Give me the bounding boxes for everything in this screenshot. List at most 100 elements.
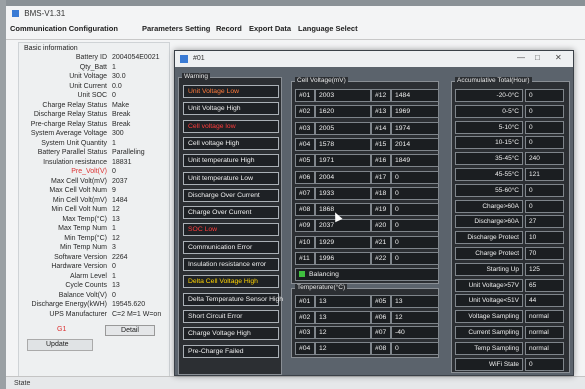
detail-window-titlebar: #01 — □ ✕ (175, 51, 573, 67)
cell-voltage-value: 0 (391, 170, 439, 184)
cell-number: #04 (295, 137, 315, 151)
accumulative-label: 0-5°C (455, 104, 523, 118)
menu-export-data[interactable]: Export Data (249, 24, 291, 33)
warning-indicator: Delta Temperature Sensor High (183, 292, 283, 306)
info-label: Alarm Level (70, 272, 107, 280)
menu-language-select[interactable]: Language Select (298, 24, 358, 33)
info-label: Max Temp(°C) (62, 215, 107, 223)
info-value: 1484 (112, 196, 128, 204)
accumulative-label: Starting Up (455, 262, 523, 276)
cell-voltage-value: 1933 (315, 186, 371, 200)
info-value: Paralleling (112, 149, 145, 156)
warning-indicator: Charge Over Current (183, 206, 279, 220)
maximize-icon[interactable]: □ (535, 53, 540, 62)
accumulative-total-label: Accumulative Total(Hour) (455, 77, 532, 84)
cell-number: #13 (371, 105, 391, 119)
warning-indicator: Unit Voltage High (183, 102, 279, 116)
info-value: 0 (112, 263, 116, 270)
accumulative-label: Current Sampling (455, 326, 523, 339)
info-label: Unit Current (69, 82, 107, 90)
temp-sensor-number: #07 (371, 326, 391, 339)
cell-number: #02 (295, 105, 315, 119)
cell-voltage-value: 1578 (315, 137, 371, 151)
info-value: Break (112, 120, 131, 128)
menu-parameters-setting[interactable]: Parameters Setting (142, 24, 210, 33)
temp-value: 13 (315, 310, 371, 324)
accumulative-label: Unit Voltage<51V (455, 294, 523, 308)
warning-indicator: Unit Voltage Low (183, 85, 279, 98)
cell-number: #15 (371, 137, 391, 151)
info-row: Charge Relay Status Make (19, 102, 169, 111)
detail-button[interactable]: Detail (105, 325, 155, 336)
accumulative-label: 10-15°C (455, 136, 523, 150)
info-label: Max Temp Num (58, 225, 107, 232)
accumulative-label: Discharge Protect (455, 231, 523, 245)
cell-number: #20 (371, 219, 391, 233)
accumulative-value: normal (525, 341, 564, 355)
accumulative-value: 125 (525, 262, 564, 276)
cell-voltage-value: 0 (391, 203, 439, 217)
warning-indicator: Communication Error (183, 240, 279, 254)
cell-voltage-value: 1929 (315, 235, 371, 249)
info-row: Max Cell Volt(mV) 2037 (19, 178, 169, 187)
info-value: 0 (112, 168, 116, 175)
close-icon[interactable]: ✕ (555, 53, 562, 62)
temp-sensor-number: #04 (295, 341, 315, 355)
status-bar: State (6, 376, 585, 389)
update-button[interactable]: Update (27, 339, 93, 351)
minimize-icon[interactable]: — (517, 53, 525, 62)
info-value: C=2 M=1 W=on (112, 310, 162, 318)
warning-indicator: Short Circuit Error (183, 309, 279, 323)
accumulative-label: WiFi State (455, 357, 523, 371)
info-row: Max Temp Num 1 (19, 225, 169, 234)
info-label: Discharge Energy(kWH) (31, 301, 107, 308)
info-label: Insulation resistance (43, 158, 107, 166)
cell-number: #09 (295, 219, 315, 233)
info-value: 1 (112, 272, 116, 280)
cell-number: #10 (295, 235, 315, 249)
info-value: 1 (112, 139, 116, 147)
info-label: Min Temp(°C) (64, 234, 107, 242)
info-row: Battery ID 2004054E0021 (19, 54, 169, 63)
info-label: Software Version (54, 253, 107, 261)
info-value: Make (112, 101, 130, 109)
unit-detail-window: #01 — □ ✕ Warning Unit Voltage Low Unit V… (174, 50, 574, 376)
warning-indicator: Delta Cell Voltage High (183, 275, 279, 289)
info-row: Software Version 2264 (19, 254, 169, 263)
info-label: Balance Volt(V) (58, 291, 107, 299)
accumulative-value: 0 (525, 183, 564, 197)
temperature-panel: Temperature(°C) #01 13 #05 13 #02 13 #06 12 #03 1… (291, 284, 439, 358)
info-value: 0.0 (112, 82, 122, 90)
info-label: System Unit Quantity (41, 139, 107, 147)
accumulative-value: 0 (525, 104, 564, 118)
temp-sensor-number: #01 (295, 295, 315, 308)
accumulative-label: Discharge>60A (455, 215, 523, 229)
info-row: Pre_Volt(V) 0 (19, 168, 169, 177)
detail-window-title: #01 (193, 55, 205, 62)
info-label: Pre_Volt(V) (71, 168, 107, 175)
window-icon (180, 55, 188, 63)
temp-value: 12 (315, 326, 371, 339)
cell-voltage-label: Cell Voltage(mV) (295, 77, 348, 84)
warning-indicator: Discharge Over Current (183, 188, 279, 202)
warning-indicator: Unit temperature Low (183, 171, 279, 185)
info-value: 0 (112, 92, 116, 99)
info-row: Cycle Counts 13 (19, 282, 169, 291)
cell-voltage-value: 1620 (315, 105, 371, 119)
info-value: 2004054E0021 (112, 54, 160, 61)
warning-indicator: SOC Low (183, 223, 279, 237)
cell-number: #19 (371, 203, 391, 217)
info-value: 0 (112, 291, 116, 299)
warning-indicator: Insulation resistance error (183, 258, 279, 271)
accumulative-value: 44 (525, 294, 564, 308)
accumulative-label: -20-0°C (455, 89, 523, 102)
title-bar: BMS-V1.31 (6, 6, 585, 20)
accumulative-value: 0 (525, 89, 564, 102)
info-row: Min Cell Volt(mV) 1484 (19, 197, 169, 206)
info-label: Discharge Relay Status (33, 111, 107, 118)
menu-communication-configuration[interactable]: Communication Configuration (10, 24, 118, 33)
balancing-status-icon (299, 271, 305, 278)
warning-label: Warning (182, 73, 210, 80)
info-value: 12 (112, 234, 120, 242)
menu-record[interactable]: Record (216, 24, 242, 33)
